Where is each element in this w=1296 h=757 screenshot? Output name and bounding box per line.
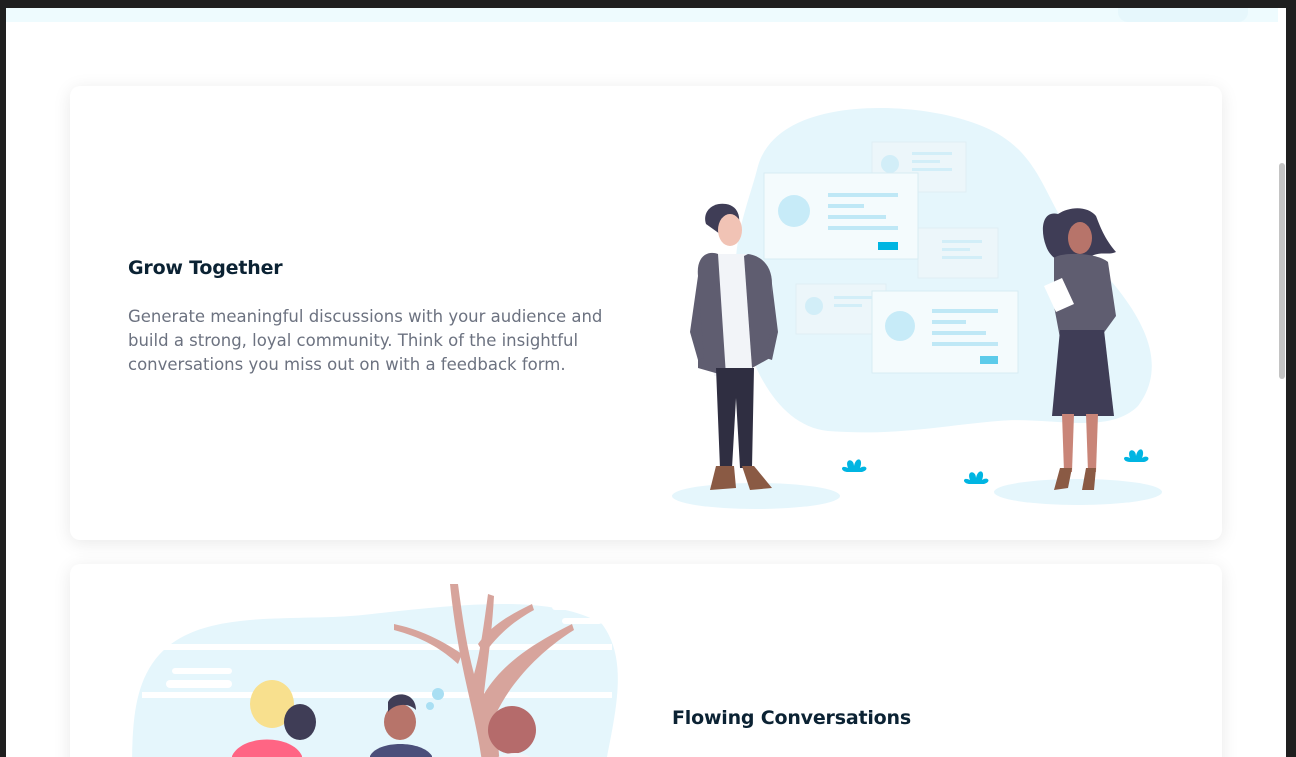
feature-card-flowing-conversations: Flowing Conversations <box>70 564 1222 757</box>
header-strip <box>6 8 1286 22</box>
feature-card-grow-together: Grow Together Generate meaningful discus… <box>70 86 1222 540</box>
page-viewport: Grow Together Generate meaningful discus… <box>6 8 1286 757</box>
tree-group-illustration <box>132 584 618 757</box>
scrollbar-thumb[interactable] <box>1279 163 1285 379</box>
meeting-illustration <box>672 107 1162 509</box>
scrollbar[interactable] <box>1278 8 1286 757</box>
feature-title: Flowing Conversations <box>672 707 911 729</box>
feature-title: Grow Together <box>128 257 283 279</box>
header-accent <box>1118 8 1248 22</box>
feature-description: Generate meaningful discussions with you… <box>128 307 603 374</box>
